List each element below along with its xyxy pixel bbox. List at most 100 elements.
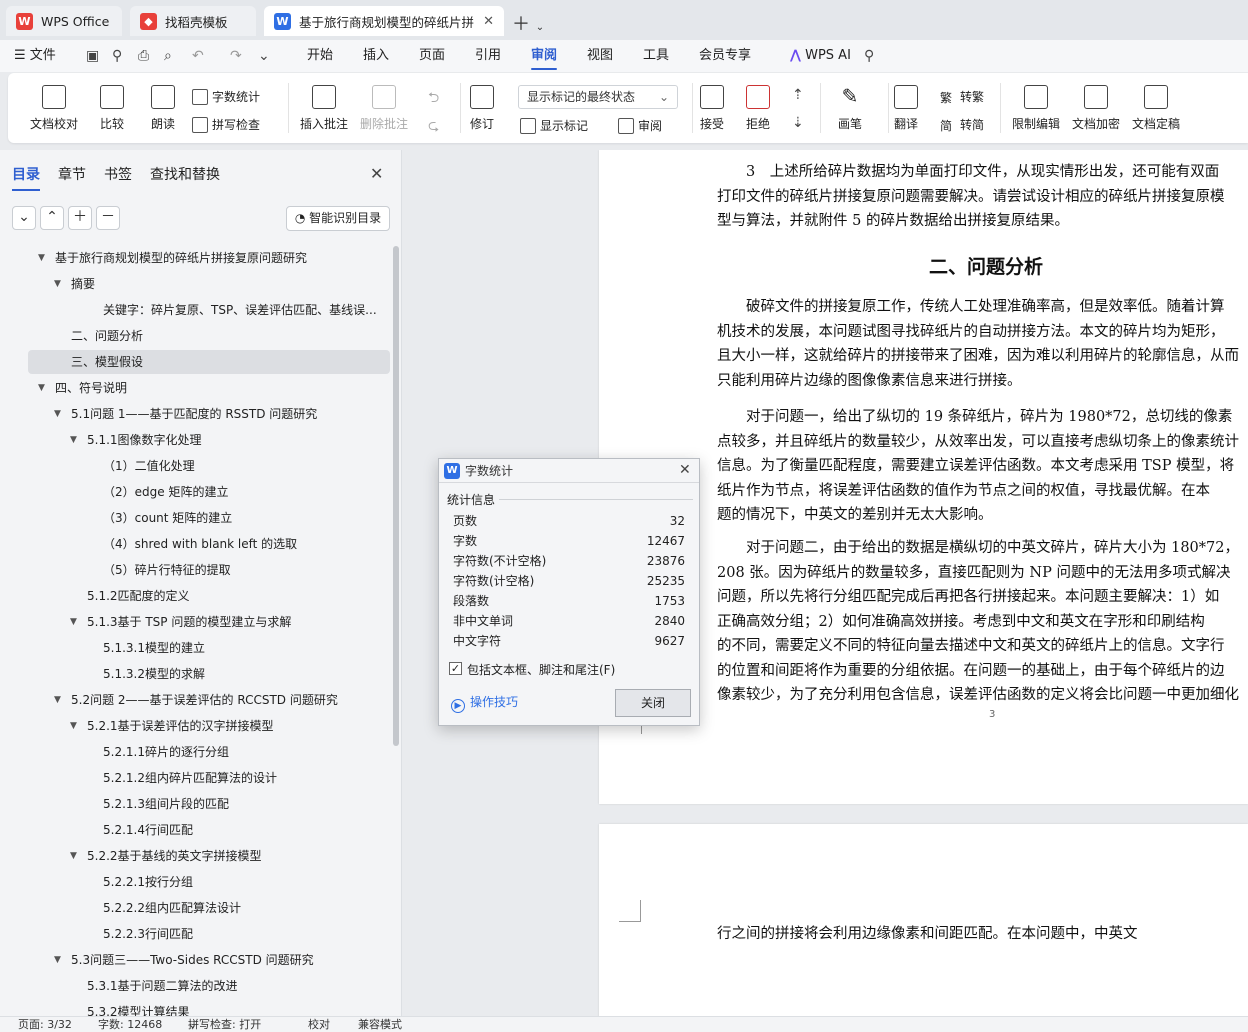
menu-home[interactable]: 开始 — [307, 40, 333, 72]
tab-daoke-templates[interactable]: ◆ 找稻壳模板 — [130, 6, 256, 36]
toc-item[interactable]: （3）count 矩阵的建立 — [28, 506, 390, 530]
tips-link[interactable]: ▶ 操作技巧 — [451, 693, 518, 713]
page-indicator[interactable]: 页面: 3/32 — [18, 1017, 72, 1032]
expand-icon[interactable]: ⌃ — [40, 206, 64, 230]
toc-item[interactable]: 5.2.2.3行间匹配 — [28, 922, 390, 946]
tab-wps-office[interactable]: W WPS Office — [6, 6, 122, 36]
expand-arrow-icon[interactable]: ▼ — [38, 376, 45, 400]
menu-insert[interactable]: 插入 — [363, 40, 389, 72]
prev-revision-icon[interactable]: ⇡ — [792, 87, 804, 103]
toc-item[interactable]: （1）二值化处理 — [28, 454, 390, 478]
next-revision-icon[interactable]: ⇣ — [792, 115, 804, 131]
include-notes-checkbox[interactable]: ✓ — [449, 662, 462, 675]
collapse-icon[interactable]: ⌄ — [12, 206, 36, 230]
add-heading-icon[interactable]: ＋ — [68, 206, 92, 230]
expand-arrow-icon[interactable]: ▼ — [70, 844, 77, 868]
wps-ai-button[interactable]: ⋀ WPS AI — [790, 40, 851, 72]
expand-arrow-icon[interactable]: ▼ — [70, 428, 77, 452]
link-icon[interactable]: ⚲ — [112, 48, 122, 64]
doc-check-button[interactable]: 文档校对 — [30, 85, 78, 132]
undo-icon[interactable]: ↶ — [192, 48, 204, 64]
redo-icon[interactable]: ↷ — [230, 48, 242, 64]
markup-state-select[interactable]: 显示标记的最终状态 ⌄ — [518, 85, 678, 109]
include-notes-label[interactable]: 包括文本框、脚注和尾注(F) — [467, 661, 615, 678]
finalize-button[interactable]: 文档定稿 — [1132, 85, 1180, 132]
restrict-edit-button[interactable]: 限制编辑 — [1012, 85, 1060, 132]
delete-comment-button[interactable]: 删除批注 — [360, 85, 408, 132]
expand-arrow-icon[interactable]: ▼ — [54, 688, 61, 712]
remove-heading-icon[interactable]: － — [96, 206, 120, 230]
toc-item[interactable]: ▼ 5.1.1图像数字化处理 — [28, 428, 390, 452]
toc-item[interactable]: 关键字：碎片复原、TSP、误差评估匹配、基线误... — [28, 298, 390, 322]
toc-item[interactable]: 5.1.3.2模型的求解 — [28, 662, 390, 686]
reject-button[interactable]: 拒绝 — [746, 85, 770, 132]
toc-item[interactable]: 5.1.2匹配度的定义 — [28, 584, 390, 608]
nav-tab-toc[interactable]: 目录 — [12, 164, 40, 191]
menu-review[interactable]: 审阅 — [531, 40, 558, 72]
toc-item[interactable]: ▼ 5.1.3基于 TSP 问题的模型建立与求解 — [28, 610, 390, 634]
to-traditional-button[interactable]: 繁 转繁 — [940, 88, 984, 105]
print-icon[interactable]: ⎙ — [138, 48, 149, 64]
translate-button[interactable]: 翻译 — [894, 85, 918, 132]
close-nav-icon[interactable]: ✕ — [370, 164, 383, 183]
toc-item[interactable]: 5.3.2模型计算结果 — [28, 1000, 390, 1016]
nav-tab-chapters[interactable]: 章节 — [58, 164, 86, 184]
search-icon[interactable]: ⚲ — [864, 48, 874, 64]
review-pane-button[interactable]: 审阅 — [618, 117, 662, 134]
toc-item[interactable]: 5.2.2.1按行分组 — [28, 870, 390, 894]
expand-arrow-icon[interactable]: ▼ — [54, 272, 61, 296]
spell-check-indicator[interactable]: 拼写检查: 打开 ⌄ — [188, 1017, 261, 1032]
encrypt-button[interactable]: 文档加密 — [1072, 85, 1120, 132]
toc-item[interactable]: 5.3.1基于问题二算法的改进 — [28, 974, 390, 998]
prev-comment-icon[interactable]: ⮌ — [428, 87, 439, 111]
toc-item[interactable]: ▼ 基于旅行商规划模型的碎纸片拼接复原问题研究 — [28, 246, 390, 270]
toc-item[interactable]: 二、问题分析 — [28, 324, 390, 348]
expand-arrow-icon[interactable]: ▼ — [70, 714, 77, 738]
menu-view[interactable]: 视图 — [587, 40, 613, 72]
close-icon[interactable]: ✕ — [679, 462, 691, 478]
spell-check-button[interactable]: 拼写检查 — [192, 116, 260, 133]
new-tab-icon[interactable]: ＋ ⌄ — [512, 10, 544, 36]
menu-membership[interactable]: 会员专享 — [699, 40, 751, 72]
smart-toc-button[interactable]: ◔ 智能识别目录 — [286, 206, 390, 231]
toc-item[interactable]: ▼ 四、符号说明 — [28, 376, 390, 400]
toc-item[interactable]: 5.2.1.4行间匹配 — [28, 818, 390, 842]
file-menu[interactable]: ☰ 文件 — [14, 40, 56, 72]
nav-tab-bookmarks[interactable]: 书签 — [104, 164, 132, 184]
toc-item[interactable]: ▼ 5.2问题 2——基于误差评估的 RCCSTD 问题研究 — [28, 688, 390, 712]
read-aloud-button[interactable]: 朗读 — [151, 85, 175, 132]
menu-page[interactable]: 页面 — [419, 40, 445, 72]
menu-references[interactable]: 引用 — [475, 40, 501, 72]
close-button[interactable]: 关闭 — [615, 689, 691, 717]
toc-item[interactable]: 5.2.1.1碎片的逐行分组 — [28, 740, 390, 764]
word-count-button[interactable]: 字数统计 — [192, 88, 260, 105]
toc-item[interactable]: ▼ 5.1问题 1——基于匹配度的 RSSTD 问题研究 — [28, 402, 390, 426]
toc-item[interactable]: 5.2.2.2组内匹配算法设计 — [28, 896, 390, 920]
close-tab-icon[interactable]: ✕ — [477, 14, 494, 29]
print-preview-icon[interactable]: ⌕ — [164, 48, 172, 64]
more-chevron-icon[interactable]: ⌄ — [258, 48, 270, 64]
document-page[interactable]: 行之间的拼接将会利用边缘像素和间距匹配。在本问题中，中英文 — [599, 824, 1248, 1016]
insert-comment-button[interactable]: 插入批注 — [300, 85, 348, 132]
nav-scrollbar[interactable] — [393, 246, 399, 746]
toc-item[interactable]: ▼ 5.2.2基于基线的英文字拼接模型 — [28, 844, 390, 868]
tab-current-document[interactable]: W 基于旅行商规划模型的碎纸片拼 ✕ — [264, 6, 504, 36]
expand-arrow-icon[interactable]: ▼ — [54, 402, 61, 426]
toc-item[interactable]: ▼ 5.2.1基于误差评估的汉字拼接模型 — [28, 714, 390, 738]
expand-arrow-icon[interactable]: ▼ — [54, 948, 61, 972]
save-icon[interactable]: ▣ — [86, 48, 99, 64]
show-markup-button[interactable]: 显示标记 — [520, 117, 588, 134]
toc-item[interactable]: （5）碎片行特征的提取 — [28, 558, 390, 582]
proof-indicator[interactable]: 校对 — [308, 1017, 330, 1032]
pen-button[interactable]: ✎ 画笔 — [838, 85, 862, 132]
compare-button[interactable]: 比较 — [100, 85, 124, 132]
toc-item[interactable]: 5.1.3.1模型的建立 — [28, 636, 390, 660]
menu-tools[interactable]: 工具 — [643, 40, 669, 72]
to-simplified-button[interactable]: 简 转简 — [940, 116, 984, 133]
toc-item[interactable]: （2）edge 矩阵的建立 — [28, 480, 390, 504]
toc-item[interactable]: 5.2.1.3组间片段的匹配 — [28, 792, 390, 816]
toc-item[interactable]: ▼ 摘要 — [28, 272, 390, 296]
expand-arrow-icon[interactable]: ▼ — [38, 246, 45, 270]
toc-item[interactable]: 5.2.1.2组内碎片匹配算法的设计 — [28, 766, 390, 790]
nav-tab-find-replace[interactable]: 查找和替换 — [150, 164, 220, 184]
